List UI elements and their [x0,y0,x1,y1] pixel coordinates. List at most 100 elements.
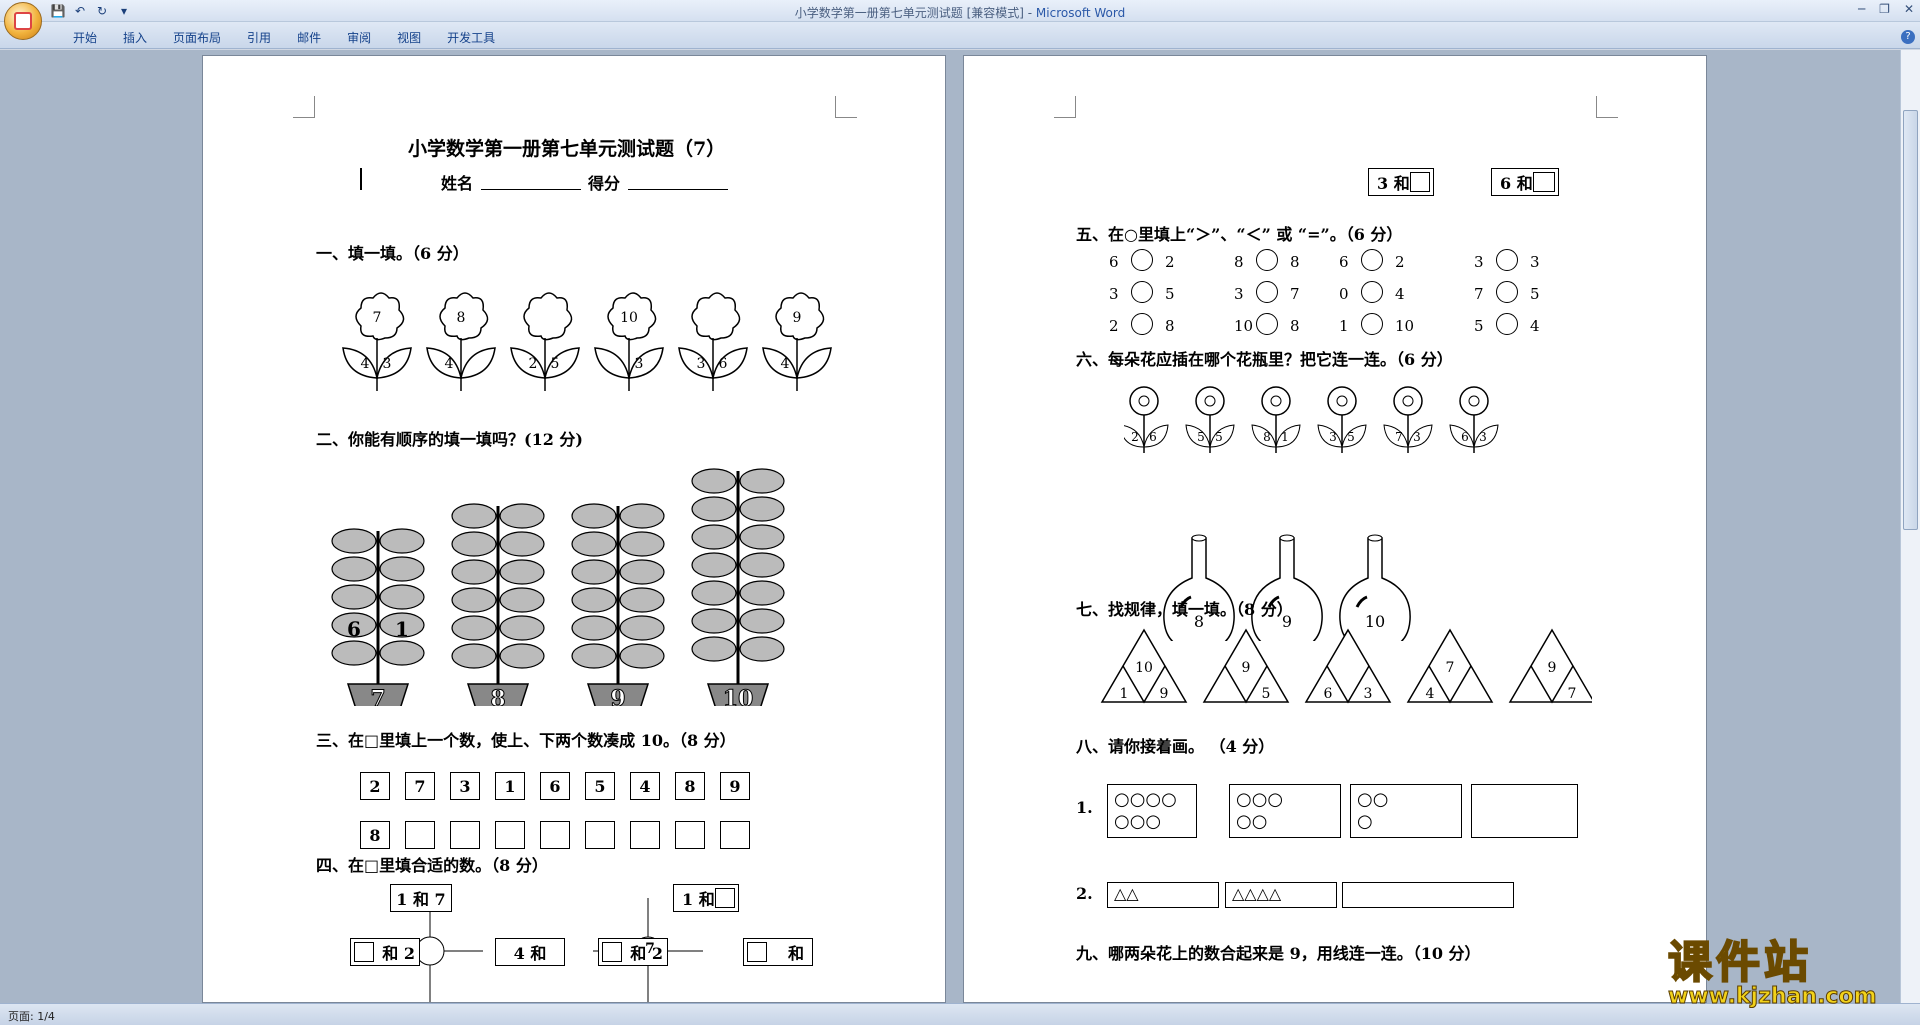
small-flower-center [1336,395,1348,407]
compare-answer-circle[interactable] [1256,281,1278,303]
compare-answer-circle[interactable] [1496,281,1518,303]
scrollbar-thumb[interactable] [1903,110,1918,530]
plant-leaf [331,556,377,582]
tab-home[interactable]: 开始 [60,29,110,46]
compare-answer-circle[interactable] [1256,249,1278,271]
compare-answer-circle[interactable] [1496,249,1518,271]
flower-left-number: 4 [361,356,370,372]
compare-answer-circle[interactable] [1131,313,1153,335]
triangle-pattern-box[interactable] [1342,882,1514,908]
answer-box[interactable] [720,821,750,849]
plant-leaf [499,559,545,585]
compare-right-number: 3 [1530,253,1540,271]
continued-blank-a[interactable] [1410,172,1430,192]
plant-leaf [739,580,785,606]
tree2-right-box[interactable]: 和 [743,938,813,966]
triangle-left-number: 4 [1426,686,1435,702]
tree1-left-blank[interactable] [354,942,374,962]
vase-mouth [1191,534,1207,542]
triangle-left-number: 6 [1324,686,1333,702]
tree2-left-blank[interactable] [602,942,622,962]
tab-mailings[interactable]: 邮件 [284,29,334,46]
tab-page-layout[interactable]: 页面布局 [160,29,234,46]
plant-leaf [571,587,617,613]
compare-answer-circle[interactable] [1361,249,1383,271]
answer-box[interactable] [675,821,705,849]
number-triangle: 97 [1508,628,1592,704]
window-title: 小学数学第一册第七单元测试题 [兼容模式] - Microsoft Word [794,6,1126,20]
compare-answer-circle[interactable] [1496,313,1518,335]
plant-leaf [499,503,545,529]
flower-right-number: 5 [551,356,560,372]
plant-leaf [739,524,785,550]
compare-answer-circle[interactable] [1361,281,1383,303]
potted-plant: 9 [571,503,665,706]
tree2-top-blank[interactable] [715,888,735,908]
plant-leaf [619,531,665,557]
vertical-scrollbar[interactable] [1900,50,1920,1003]
score-blank[interactable] [628,189,728,190]
answer-box[interactable] [495,821,525,849]
minimize-icon[interactable]: ─ [1858,2,1865,16]
potted-plant: 10 [691,468,785,706]
plant-leaf [739,636,785,662]
answer-box[interactable] [585,821,615,849]
question-4: 四、在□里填合适的数。（8 分） [316,856,548,875]
triangle-top-number: 9 [1548,660,1557,676]
close-icon[interactable]: ✕ [1904,2,1914,16]
compare-answer-circle[interactable] [1361,313,1383,335]
answer-box[interactable] [540,821,570,849]
answer-box[interactable] [630,821,660,849]
question-7: 七、找规律，填一填。（8 分） [1076,600,1293,619]
document-page-1[interactable]: 小学数学第一册第七单元测试题（7） 姓名 得分 一、填一填。（6 分） 7438… [202,55,946,1003]
answer-box[interactable] [405,821,435,849]
continued-blank-b[interactable] [1533,172,1555,192]
question-9: 九、哪两朵花上的数合起来是 9，用线连一连。（10 分） [1076,944,1481,963]
plant-pot-number: 7 [370,686,385,706]
restore-icon[interactable]: ❐ [1879,2,1890,16]
tree1-right-box: 4 和 [495,938,565,966]
answer-box[interactable] [450,821,480,849]
flower: 36 [678,292,748,391]
tab-references[interactable]: 引用 [234,29,284,46]
office-button[interactable] [4,2,42,40]
plant-leaf [379,556,425,582]
compare-right-number: 2 [1395,253,1405,271]
tree2-right-blank[interactable] [747,942,767,962]
plant-leaf [619,503,665,529]
help-icon[interactable]: ? [1901,30,1915,44]
question-1: 一、填一填。（6 分） [316,244,469,263]
plant-leaf [451,503,497,529]
tree1-left-box[interactable]: 和 2 [350,938,420,966]
compare-answer-circle[interactable] [1131,281,1153,303]
plant-leaf [691,608,737,634]
circle-pattern-box[interactable] [1471,784,1578,838]
plant-leaf [619,587,665,613]
top-number-box: 3 [450,772,480,800]
flower-left-number: 3 [697,356,706,372]
name-blank[interactable] [481,189,581,190]
compare-right-number: 8 [1290,317,1300,335]
tab-insert[interactable]: 插入 [110,29,160,46]
tab-review[interactable]: 审阅 [334,29,384,46]
plant-left-number: 6 [347,617,361,641]
page-indicator[interactable]: 页面: 1/4 [8,1008,55,1024]
compare-answer-circle[interactable] [1256,313,1278,335]
office-logo-icon [14,12,32,30]
plant-leaf [691,524,737,550]
tab-view[interactable]: 视图 [384,29,434,46]
compare-left-number: 10 [1234,317,1254,335]
plant-pot-number: 8 [490,686,505,706]
compare-answer-circle[interactable] [1131,249,1153,271]
triangle-right-number: 9 [1160,686,1169,702]
compare-right-number: 4 [1395,285,1405,303]
small-flower-center [1468,395,1480,407]
tab-developer[interactable]: 开发工具 [434,29,508,46]
answer-box[interactable]: 8 [360,821,390,849]
flower-leaf-left [594,347,630,379]
small-flower-center [1138,395,1150,407]
document-page-2[interactable]: 3 和 6 和 五、在○里填上“＞”、“＜” 或 “=”。（6 分） 六、每朵花… [963,55,1707,1003]
plant-leaf [571,643,617,669]
plant-leaf [619,559,665,585]
plant-leaf [499,531,545,557]
